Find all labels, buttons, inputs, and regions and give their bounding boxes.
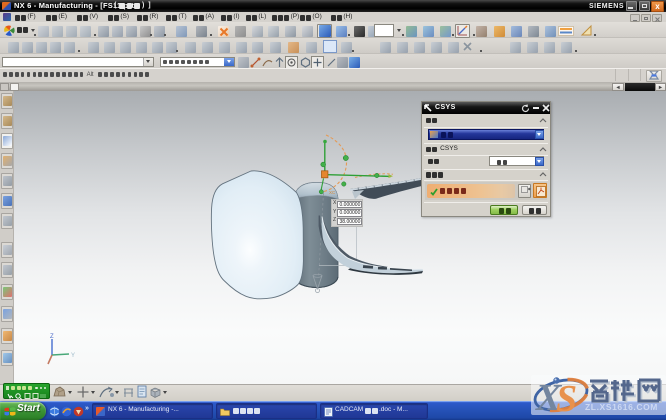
svg-text:Y: Y (71, 353, 75, 359)
svg-text:Z: Z (50, 334, 54, 340)
svg-text:S: S (556, 378, 577, 420)
svg-text:XC: XC (329, 190, 336, 195)
